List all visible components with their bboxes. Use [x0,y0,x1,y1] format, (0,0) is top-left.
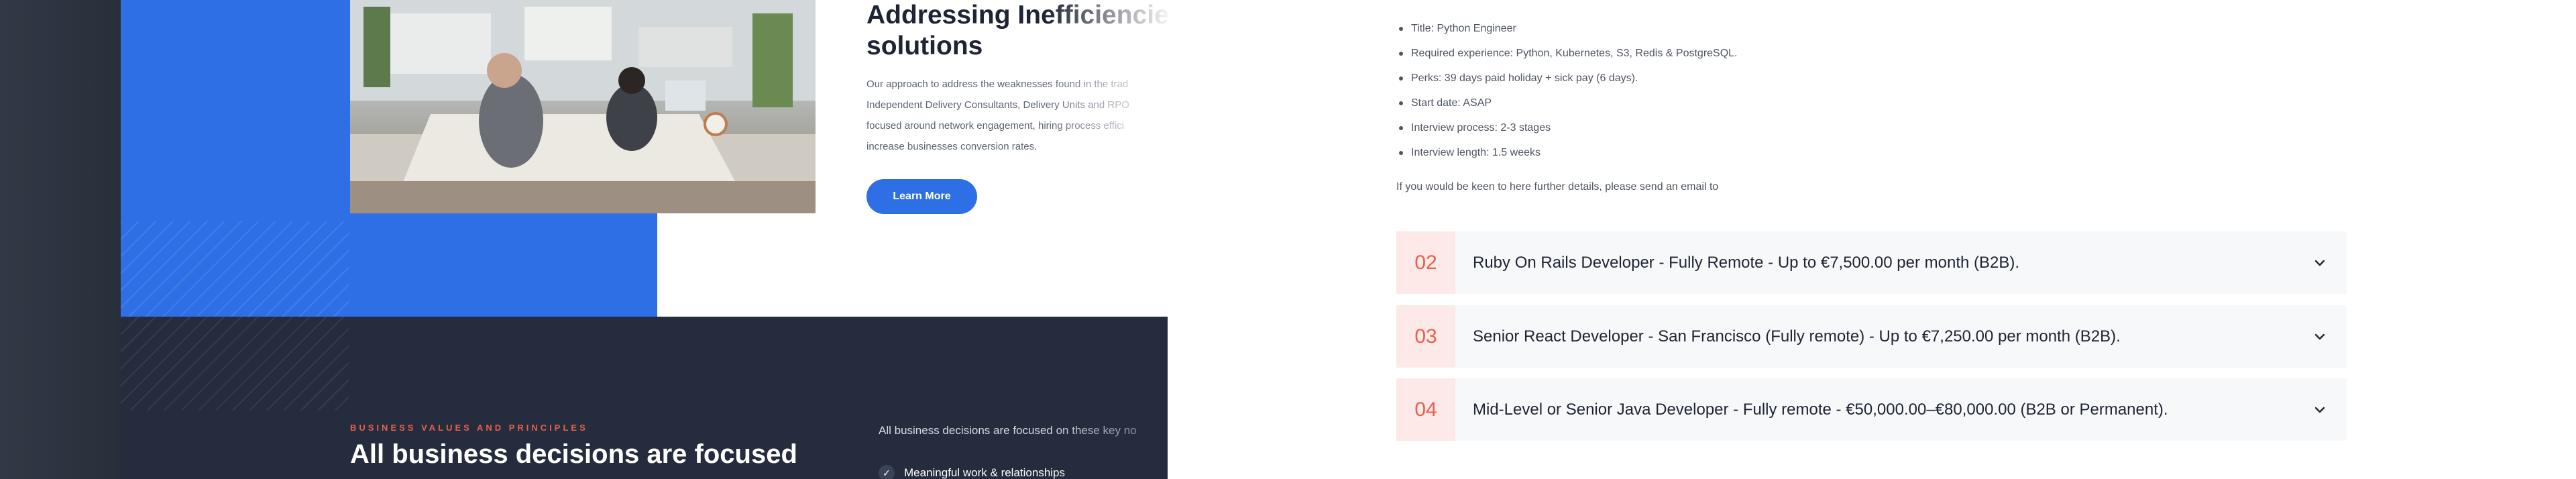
values-list-item: ✓ Meaningful work & relationships [879,465,1065,479]
job-detail-title: Title: Python Engineer [1396,21,1738,46]
office-photo [350,0,816,213]
accordion-item[interactable]: 04 Mid-Level or Senior Java Developer - … [1396,378,2347,441]
job-detail-interview-process: Interview process: 2-3 stages [1396,121,1738,146]
job-detail-perks: Perks: 39 days paid holiday + sick pay (… [1396,71,1738,96]
accordion-item[interactable]: 03 Senior React Developer - San Francisc… [1396,305,2347,368]
learn-more-button[interactable]: Learn More [866,179,977,214]
job-detail-interview-length: Interview length: 1.5 weeks [1396,146,1738,170]
panel-fade [1046,0,1168,317]
accordion-title: Ruby On Rails Developer - Fully Remote -… [1473,253,2020,272]
hatch-pattern-dark [121,317,349,411]
contact-note: If you would be keen to here further det… [1396,181,1719,193]
chevron-down-icon[interactable] [2293,330,2347,343]
values-list-label: Meaningful work & relationships [904,466,1066,479]
left-panel: Addressing Inefficiencies v solutions Ou… [0,0,1168,479]
values-eyebrow: BUSINESS VALUES AND PRINCIPLES [350,423,588,433]
chevron-down-icon[interactable] [2293,403,2347,417]
check-icon: ✓ [879,465,895,479]
job-details-list: Title: Python Engineer Required experien… [1396,21,1738,170]
hatch-pattern [121,221,349,317]
accordion-number: 04 [1396,378,1455,441]
accordion-number: 02 [1396,231,1455,294]
accordion-title: Mid-Level or Senior Java Developer - Ful… [1473,400,2168,419]
accordion-number: 03 [1396,305,1455,368]
values-title: All business decisions are focused [350,439,797,469]
side-strip [0,0,121,479]
chevron-down-icon[interactable] [2293,256,2347,270]
accordion-item[interactable]: 02 Ruby On Rails Developer - Fully Remot… [1396,231,2347,294]
panel-fade-dark [1046,317,1168,479]
job-detail-experience: Required experience: Python, Kubernetes,… [1396,46,1738,71]
job-detail-start-date: Start date: ASAP [1396,96,1738,121]
accordion-title: Senior React Developer - San Francisco (… [1473,327,2121,345]
job-listings-panel: Title: Python Engineer Required experien… [1168,0,2576,479]
